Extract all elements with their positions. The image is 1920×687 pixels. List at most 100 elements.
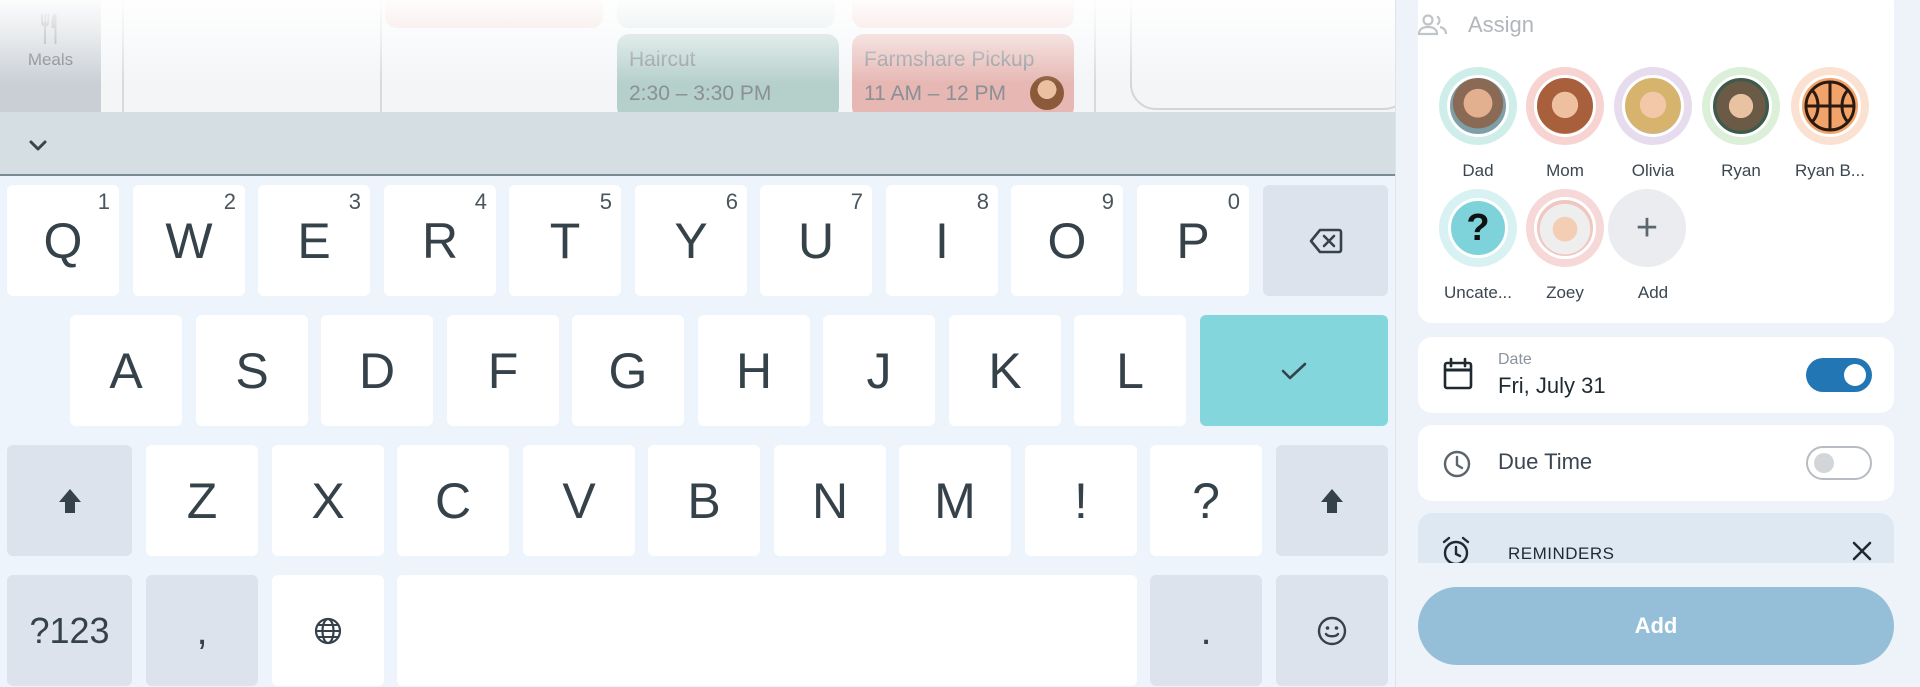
key-hint: 5 <box>599 189 612 214</box>
event-title: Haircut <box>629 48 696 71</box>
date-label: Date <box>1498 351 1532 368</box>
enter-key[interactable] <box>1200 315 1388 426</box>
key-l[interactable]: L <box>1074 315 1186 426</box>
backspace-icon <box>1309 228 1342 253</box>
person-mom[interactable]: Mom <box>1520 67 1610 181</box>
calendar-icon <box>1443 357 1473 390</box>
divider <box>380 0 382 112</box>
language-key[interactable] <box>272 575 384 686</box>
comma-key[interactable]: , <box>146 575 258 686</box>
on-screen-keyboard: Q1 W2 E3 R4 T5 Y6 U7 I8 O9 P0 A S D F G … <box>0 176 1395 687</box>
key-d[interactable]: D <box>321 315 433 426</box>
avatar <box>1534 75 1596 137</box>
key-i[interactable]: I8 <box>886 185 998 296</box>
meals-column[interactable]: Meals <box>0 0 101 112</box>
key-label: ?123 <box>29 609 110 651</box>
reminders-label: REMINDERS <box>1508 544 1615 563</box>
space-key[interactable] <box>397 575 1137 686</box>
due-time-row[interactable]: Due Time <box>1418 425 1894 501</box>
person-uncategorized[interactable]: ? Uncate... <box>1433 189 1523 303</box>
add-person-button[interactable]: + Add <box>1608 189 1698 303</box>
key-k[interactable]: K <box>949 315 1061 426</box>
add-button[interactable]: Add <box>1418 587 1894 665</box>
period-key[interactable]: . <box>1150 575 1262 686</box>
shift-key-right[interactable] <box>1276 445 1388 556</box>
key-label: Z <box>186 472 218 529</box>
key-hint: 7 <box>850 189 863 214</box>
calendar-card <box>1130 0 1395 110</box>
due-time-toggle[interactable] <box>1806 446 1872 480</box>
key-c[interactable]: C <box>397 445 509 556</box>
key-label: E <box>297 212 331 269</box>
close-icon[interactable] <box>1850 539 1874 563</box>
calendar-event-partial[interactable] <box>617 0 835 28</box>
key-label: S <box>235 342 269 399</box>
question-icon: ? <box>1448 198 1508 258</box>
calendar-background: Meals Haircut 2:30 – 3:30 PM Farmshare P… <box>0 0 1395 112</box>
key-o[interactable]: O9 <box>1011 185 1123 296</box>
assign-label: Assign <box>1468 12 1535 37</box>
avatar-ring <box>1702 67 1780 145</box>
person-olivia[interactable]: Olivia <box>1608 67 1698 181</box>
key-w[interactable]: W2 <box>133 185 245 296</box>
shift-key-left[interactable] <box>7 445 132 556</box>
key-q[interactable]: Q1 <box>7 185 119 296</box>
key-label: H <box>735 342 773 399</box>
key-hint: 6 <box>725 189 738 214</box>
key-label: F <box>487 342 519 399</box>
person-ryan[interactable]: Ryan <box>1696 67 1786 181</box>
assign-header: Assign <box>1418 0 1718 50</box>
key-hint: 4 <box>474 189 487 214</box>
toggle-knob <box>1814 453 1834 473</box>
emoji-icon <box>1317 616 1347 645</box>
key-t[interactable]: T5 <box>509 185 621 296</box>
key-a[interactable]: A <box>70 315 182 426</box>
person-name: Ryan B... <box>1795 161 1865 180</box>
key-x[interactable]: X <box>272 445 384 556</box>
event-haircut[interactable]: Haircut 2:30 – 3:30 PM <box>617 34 839 112</box>
meals-label: Meals <box>27 50 74 69</box>
key-m[interactable]: M <box>899 445 1011 556</box>
backspace-key[interactable] <box>1263 185 1388 296</box>
key-n[interactable]: N <box>774 445 886 556</box>
key-e[interactable]: E3 <box>258 185 370 296</box>
key-h[interactable]: H <box>698 315 810 426</box>
person-dad[interactable]: Dad <box>1433 67 1523 181</box>
due-time-label: Due Time <box>1498 449 1593 474</box>
fork-knife-icon <box>41 14 57 44</box>
key-b[interactable]: B <box>648 445 760 556</box>
avatar-ring <box>1791 67 1869 145</box>
key-u[interactable]: U7 <box>760 185 872 296</box>
person-zoey[interactable]: Zoey <box>1520 189 1610 303</box>
key-label: Q <box>43 212 83 269</box>
calendar-event-partial[interactable] <box>385 0 603 28</box>
key-question[interactable]: ? <box>1150 445 1262 556</box>
avatar-ring <box>1614 67 1692 145</box>
symbols-key[interactable]: ?123 <box>7 575 132 686</box>
avatar <box>1534 197 1596 259</box>
key-y[interactable]: Y6 <box>635 185 747 296</box>
avatar <box>1030 76 1064 110</box>
key-v[interactable]: V <box>523 445 635 556</box>
key-s[interactable]: S <box>196 315 308 426</box>
chevron-down-icon[interactable] <box>24 132 52 160</box>
key-z[interactable]: Z <box>146 445 258 556</box>
person-ryan-b[interactable]: Ryan B... <box>1785 67 1875 181</box>
date-toggle[interactable] <box>1806 358 1872 392</box>
people-icon <box>1418 14 1448 36</box>
key-j[interactable]: J <box>823 315 935 426</box>
emoji-key[interactable] <box>1276 575 1388 686</box>
key-p[interactable]: P0 <box>1137 185 1249 296</box>
key-f[interactable]: F <box>447 315 559 426</box>
event-time: 11 AM – 12 PM <box>864 82 1007 105</box>
key-label: O <box>1047 212 1087 269</box>
calendar-event-partial[interactable] <box>852 0 1074 28</box>
key-g[interactable]: G <box>572 315 684 426</box>
key-exclamation[interactable]: ! <box>1025 445 1137 556</box>
key-r[interactable]: R4 <box>384 185 496 296</box>
key-label: M <box>934 472 976 529</box>
date-row[interactable]: Date Fri, July 31 <box>1418 337 1894 413</box>
key-label: X <box>311 472 345 529</box>
avatar-ring: ? <box>1439 189 1517 267</box>
event-farmshare-pickup[interactable]: Farmshare Pickup 11 AM – 12 PM <box>852 34 1074 112</box>
